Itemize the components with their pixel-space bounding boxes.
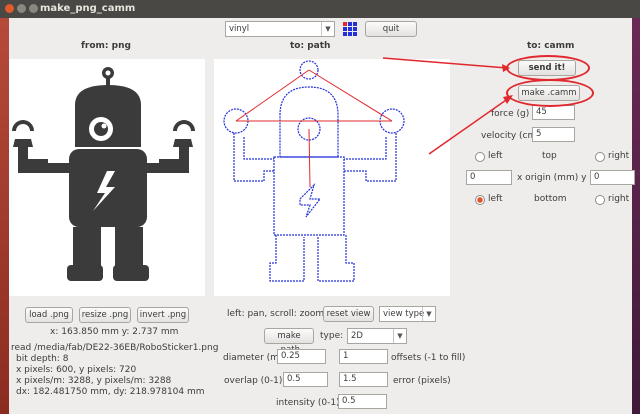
file-info-line-5: dx: 182.481750 mm, dy: 218.978104 mm — [16, 387, 205, 397]
chevron-down-icon: ▼ — [393, 329, 406, 343]
load-png-button[interactable]: load .png — [25, 307, 73, 323]
window-title: make_png_camm — [40, 3, 136, 14]
top-label: top — [542, 151, 557, 161]
intensity-label: intensity (0-1) — [276, 398, 340, 408]
png-preview-panel[interactable] — [9, 59, 205, 296]
error-input[interactable]: 1.5 — [339, 372, 388, 387]
file-info-line-2: bit depth: 8 — [16, 354, 69, 364]
diameter-input[interactable]: 0.25 — [277, 349, 326, 364]
error-label: error (pixels) — [393, 376, 451, 386]
column-header-to-path: to: path — [290, 41, 331, 51]
close-window-icon[interactable] — [5, 4, 14, 13]
origin-x-input[interactable]: 0 — [466, 170, 512, 185]
overlap-input[interactable]: 0.5 — [283, 372, 328, 387]
chevron-down-icon: ▼ — [321, 22, 334, 36]
quit-button[interactable]: quit — [365, 21, 417, 37]
invert-png-button[interactable]: invert .png — [137, 307, 189, 323]
path-type-value: 2D — [351, 331, 363, 341]
file-info-line-4: x pixels/m: 3288, y pixels/m: 3288 — [16, 376, 172, 386]
resize-png-button[interactable]: resize .png — [79, 307, 131, 323]
view-type-value: view type — [383, 309, 425, 319]
file-info-line-3: x pixels: 600, y pixels: 720 — [16, 365, 137, 375]
cursor-coordinates: x: 163.850 mm y: 2.737 mm — [50, 327, 179, 337]
column-header-from-png: from: png — [81, 41, 131, 51]
app-window: vinyl ▼ quit from: png to: path to: camm — [9, 18, 635, 414]
maximize-window-icon[interactable] — [29, 4, 38, 13]
machine-select-value: vinyl — [229, 24, 250, 34]
file-info-line-1: read /media/fab/DE22-36EB/RoboSticker1.p… — [11, 343, 219, 353]
intensity-input[interactable]: 0.5 — [338, 394, 387, 409]
annotation-circle-make — [506, 79, 594, 107]
column-header-to-camm: to: camm — [527, 41, 575, 51]
offsets-label: offsets (-1 to fill) — [391, 353, 466, 363]
bottom-right-label: right — [608, 194, 630, 204]
offsets-input[interactable]: 1 — [339, 349, 388, 364]
desktop-background-left — [0, 18, 9, 414]
annotation-arrows — [382, 57, 513, 155]
overlap-label: overlap (0-1) — [224, 376, 283, 386]
view-type-select[interactable]: view type ▼ — [379, 306, 436, 322]
origin-bottom-left-radio[interactable] — [475, 195, 485, 205]
make-path-button[interactable]: make .path — [264, 328, 314, 355]
bottom-label: bottom — [534, 194, 567, 204]
type-label: type: — [320, 331, 344, 341]
grid-icon[interactable] — [343, 22, 358, 37]
reset-view-button[interactable]: reset view — [323, 306, 374, 322]
top-right-label: right — [608, 151, 630, 161]
machine-select[interactable]: vinyl ▼ — [225, 21, 335, 37]
pan-zoom-hint: left: pan, scroll: zoom — [227, 309, 325, 319]
velocity-input[interactable]: 5 — [532, 127, 575, 142]
desktop-background-right — [632, 18, 640, 414]
force-input[interactable]: 45 — [532, 105, 575, 120]
bottom-left-label: left — [488, 194, 503, 204]
origin-top-right-radio[interactable] — [595, 152, 605, 162]
origin-y-input[interactable]: 0 — [590, 170, 635, 185]
window-titlebar: make_png_camm — [0, 0, 640, 18]
origin-label: x origin (mm) y — [517, 173, 587, 183]
chevron-down-icon: ▼ — [422, 307, 435, 321]
minimize-window-icon[interactable] — [17, 4, 26, 13]
robot-image — [12, 67, 195, 281]
origin-bottom-right-radio[interactable] — [595, 195, 605, 205]
path-type-select[interactable]: 2D ▼ — [347, 328, 407, 344]
